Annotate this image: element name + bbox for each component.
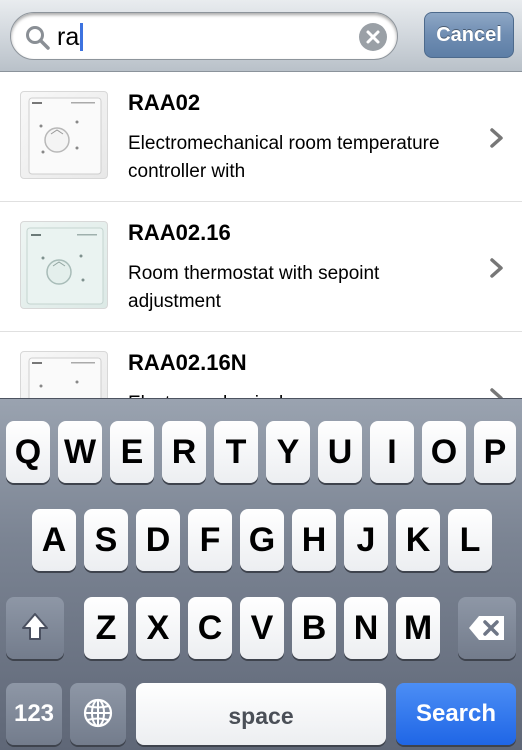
key-a[interactable]: A bbox=[32, 509, 76, 571]
result-description: Room thermostat with sepoint adjustment bbox=[128, 263, 380, 312]
shift-icon bbox=[22, 613, 48, 640]
result-title: RAA02 bbox=[128, 90, 201, 115]
results-list: RAA02 Electromechanical room temperature… bbox=[0, 72, 522, 398]
product-thumbnail bbox=[20, 221, 108, 309]
keyboard: Q W E R T Y U I O P A S D F G H J K L Z … bbox=[0, 398, 522, 750]
result-description: Electromechanical room bbox=[128, 390, 468, 398]
key-p[interactable]: P bbox=[474, 421, 516, 483]
chevron-right-icon bbox=[490, 258, 503, 278]
chevron-right-icon bbox=[490, 128, 503, 148]
clear-icon bbox=[366, 30, 380, 44]
key-i[interactable]: I bbox=[370, 421, 414, 483]
result-description: Electromechanical room temperature contr… bbox=[128, 133, 440, 182]
key-h[interactable]: H bbox=[292, 509, 336, 571]
key-c[interactable]: C bbox=[188, 597, 232, 659]
key-f[interactable]: F bbox=[188, 509, 232, 571]
search-input[interactable]: ra bbox=[10, 12, 398, 60]
key-v[interactable]: V bbox=[240, 597, 284, 659]
key-s[interactable]: S bbox=[84, 509, 128, 571]
text-caret bbox=[80, 23, 84, 51]
space-key[interactable]: space bbox=[136, 683, 386, 745]
clear-button[interactable] bbox=[359, 23, 387, 51]
result-row[interactable]: RAA02.16N Electromechanical room bbox=[0, 332, 522, 398]
key-z[interactable]: Z bbox=[84, 597, 128, 659]
backspace-icon bbox=[469, 616, 504, 640]
product-thumbnail bbox=[20, 351, 108, 398]
key-t[interactable]: T bbox=[214, 421, 258, 483]
key-g[interactable]: G bbox=[240, 509, 284, 571]
key-n[interactable]: N bbox=[344, 597, 388, 659]
search-bar: ra Cancel bbox=[0, 0, 522, 72]
key-j[interactable]: J bbox=[344, 509, 388, 571]
key-y[interactable]: Y bbox=[266, 421, 310, 483]
key-u[interactable]: U bbox=[318, 421, 362, 483]
numbers-key[interactable]: 123 bbox=[6, 683, 62, 745]
result-title: RAA02.16 bbox=[128, 220, 231, 245]
globe-icon bbox=[83, 698, 113, 728]
result-row[interactable]: RAA02.16 Room thermostat with sepoint ad… bbox=[0, 202, 522, 332]
shift-key[interactable] bbox=[6, 597, 64, 659]
key-l[interactable]: L bbox=[448, 509, 492, 571]
key-o[interactable]: O bbox=[422, 421, 466, 483]
key-k[interactable]: K bbox=[396, 509, 440, 571]
chevron-right-icon bbox=[490, 388, 503, 398]
result-title: RAA02.16N bbox=[128, 350, 247, 375]
product-thumbnail bbox=[20, 91, 108, 179]
search-query: ra bbox=[57, 23, 84, 51]
key-x[interactable]: X bbox=[136, 597, 180, 659]
globe-key[interactable] bbox=[70, 683, 126, 745]
cancel-button[interactable]: Cancel bbox=[424, 12, 514, 58]
key-m[interactable]: M bbox=[396, 597, 440, 659]
result-row[interactable]: RAA02 Electromechanical room temperature… bbox=[0, 72, 522, 202]
key-r[interactable]: R bbox=[162, 421, 206, 483]
key-e[interactable]: E bbox=[110, 421, 154, 483]
key-w[interactable]: W bbox=[58, 421, 102, 483]
search-icon bbox=[26, 26, 50, 50]
backspace-key[interactable] bbox=[458, 597, 516, 659]
key-q[interactable]: Q bbox=[6, 421, 50, 483]
key-d[interactable]: D bbox=[136, 509, 180, 571]
search-query-text: ra bbox=[57, 23, 80, 51]
key-b[interactable]: B bbox=[292, 597, 336, 659]
search-key[interactable]: Search bbox=[396, 683, 516, 745]
